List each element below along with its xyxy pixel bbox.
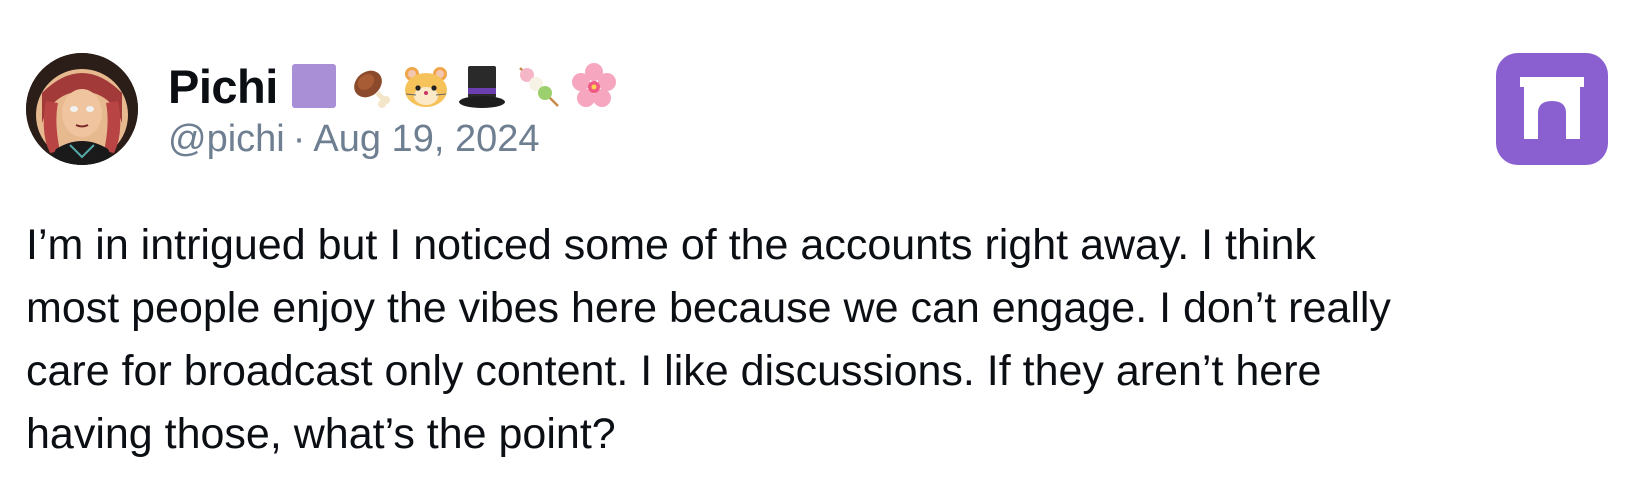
meat-on-bone-icon [353,70,390,108]
dango-icon [518,67,559,107]
hamster-face-icon [404,67,447,107]
cherry-blossom-icon [571,63,616,107]
display-name[interactable]: Pichi [168,59,278,114]
author-handle[interactable]: @pichi [168,118,285,160]
archway-glyph [1520,77,1584,139]
meta-separator: · [292,118,306,160]
post-header: Pichi @pichi · Aug 19, 2024 [168,58,620,161]
post-date[interactable]: Aug 19, 2024 [313,118,539,160]
post-card: Pichi @pichi · Aug 19, 2024 I’m in intri… [0,0,1650,502]
top-hat-icon [458,66,505,108]
post-text: I’m in intrigued but I noticed some of t… [26,221,1391,458]
post-meta: @pichi · Aug 19, 2024 [168,118,620,161]
avatar-illustration [26,53,138,165]
name-emojis [288,60,620,112]
purple-square-icon [291,64,336,108]
name-row: Pichi [168,58,620,114]
avatar[interactable] [26,53,138,165]
archway-logo-icon[interactable] [1496,53,1608,165]
